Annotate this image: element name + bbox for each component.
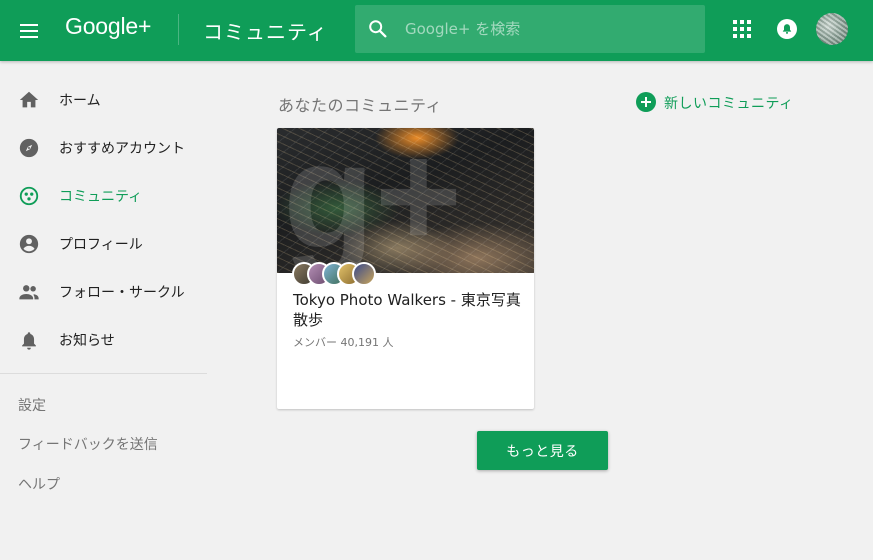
grid-icon[interactable] — [733, 20, 751, 38]
send-feedback-link[interactable]: フィードバックを送信 — [18, 434, 158, 454]
bell-icon — [22, 332, 36, 350]
bell-icon — [782, 24, 792, 34]
community-name: Tokyo Photo Walkers - 東京写真散歩 — [293, 291, 521, 329]
sidebar: ホーム おすすめアカウント コミュニティ プロフィール フォロー・サークル お知… — [0, 61, 207, 560]
avatar[interactable] — [816, 13, 848, 45]
google-plus-logo[interactable]: Google+ — [65, 13, 151, 40]
sidebar-item-home[interactable]: ホーム — [0, 77, 207, 125]
communities-icon — [19, 186, 39, 206]
sidebar-item-label: お知らせ — [59, 333, 115, 349]
member-avatar — [352, 262, 376, 286]
sidebar-item-notifications[interactable]: お知らせ — [0, 317, 207, 365]
search-input[interactable] — [405, 5, 695, 53]
hamburger-menu-icon[interactable] — [17, 19, 41, 43]
notifications-button[interactable] — [777, 19, 797, 39]
community-card[interactable]: g+ Tokyo Photo Walkers - 東京写真散歩 メンバー 40,… — [277, 128, 534, 409]
sidebar-item-label: コミュニティ — [59, 189, 143, 205]
sidebar-item-label: ホーム — [59, 93, 101, 109]
community-member-count: メンバー 40,191 人 — [293, 336, 394, 349]
people-icon — [19, 285, 39, 300]
google-plus-watermark-icon: g+ — [283, 128, 463, 273]
sidebar-item-label: プロフィール — [59, 237, 143, 253]
add-circle-icon — [636, 92, 656, 112]
page-title: コミュニティ — [203, 20, 328, 44]
sidebar-item-profile[interactable]: プロフィール — [0, 221, 207, 269]
community-cover-image: g+ — [277, 128, 534, 273]
sidebar-item-recommended[interactable]: おすすめアカウント — [0, 125, 207, 173]
sidebar-item-communities[interactable]: コミュニティ — [0, 173, 207, 221]
help-link[interactable]: ヘルプ — [18, 474, 60, 494]
compass-icon — [19, 138, 39, 158]
search-box[interactable] — [355, 5, 705, 53]
header-divider — [178, 14, 179, 45]
sidebar-divider — [0, 373, 207, 374]
search-icon[interactable] — [367, 18, 389, 40]
settings-link[interactable]: 設定 — [18, 395, 46, 415]
home-icon — [19, 91, 39, 108]
new-community-label: 新しいコミュニティ — [664, 96, 794, 112]
sidebar-item-following[interactable]: フォロー・サークル — [0, 269, 207, 317]
person-icon — [19, 234, 39, 254]
section-title: あなたのコミュニティ — [278, 96, 443, 115]
sidebar-item-label: フォロー・サークル — [59, 285, 185, 301]
sidebar-item-label: おすすめアカウント — [59, 141, 185, 157]
app-header: Google+ コミュニティ — [0, 0, 873, 61]
show-more-button[interactable]: もっと見る — [477, 431, 608, 470]
